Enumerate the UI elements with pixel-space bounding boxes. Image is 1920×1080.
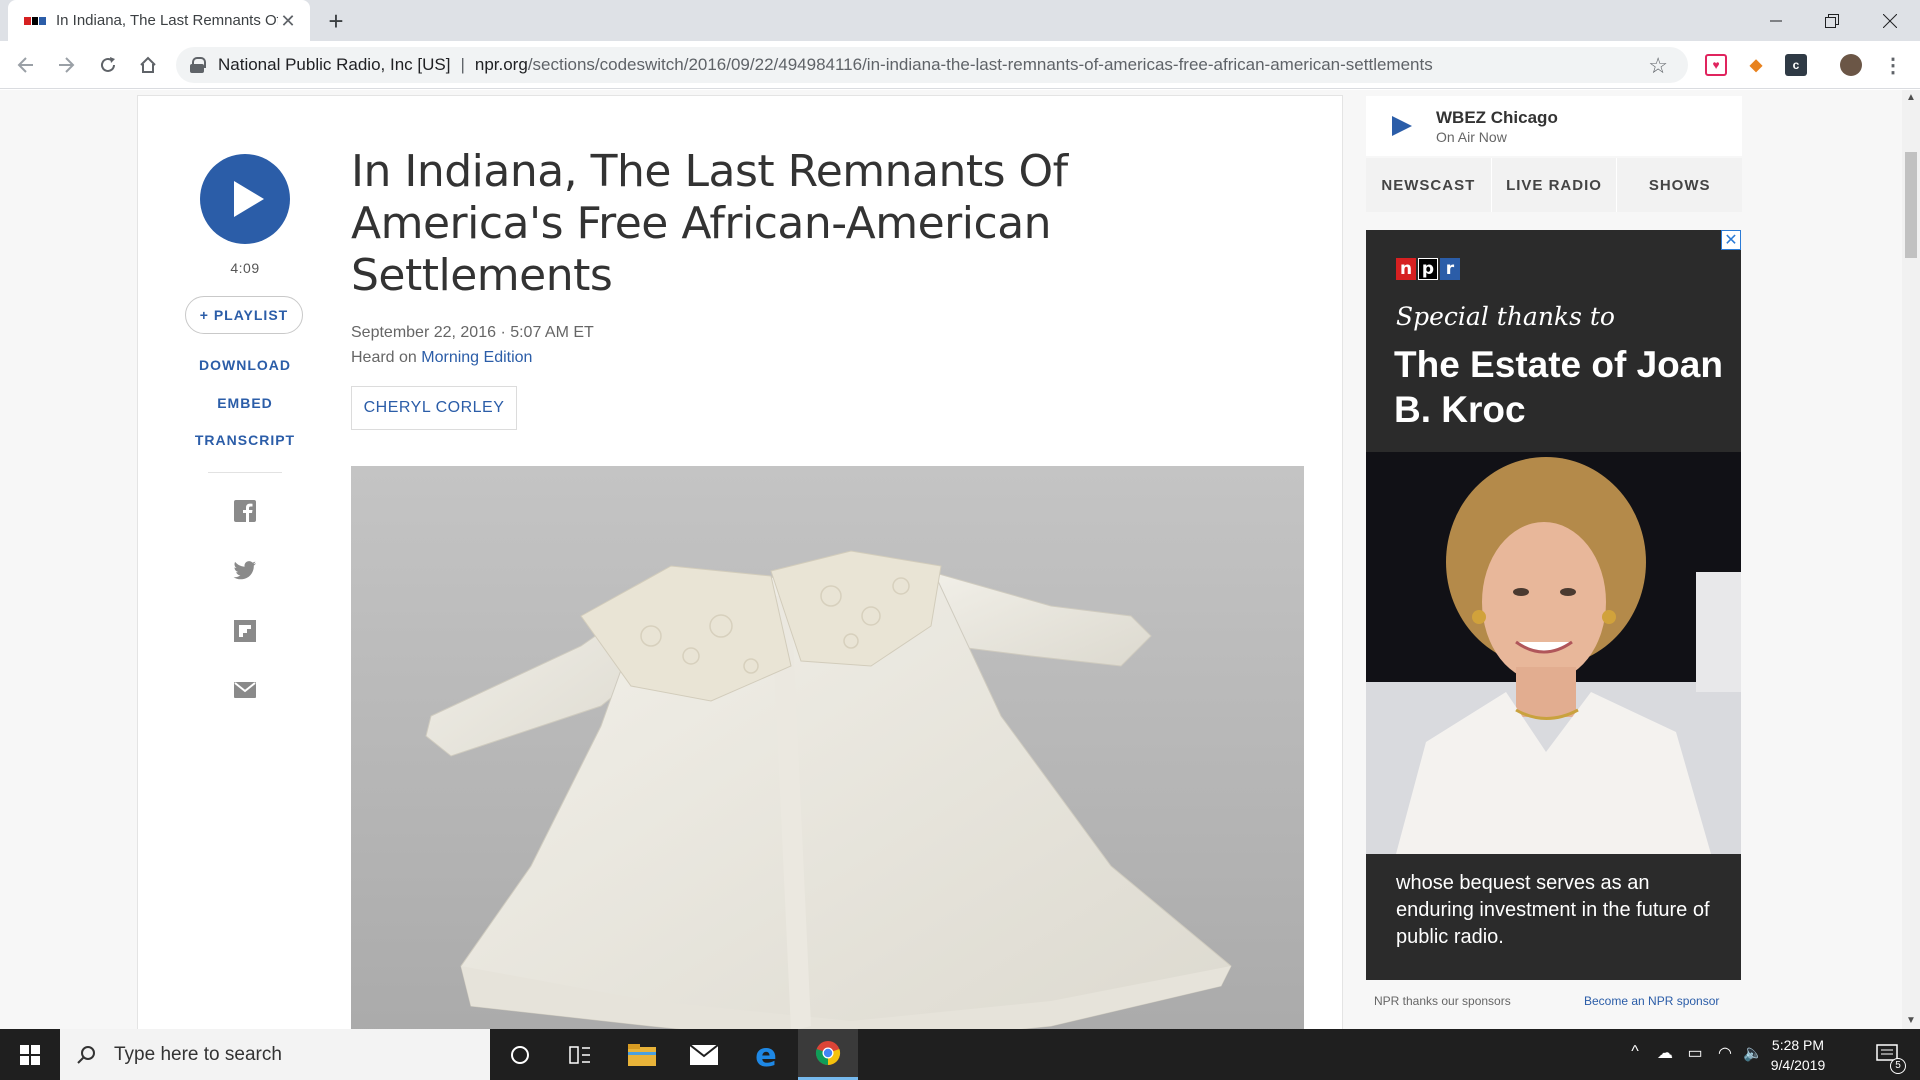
task-view-icon[interactable]	[550, 1029, 610, 1080]
heard-on: Heard on Morning Edition	[351, 349, 532, 367]
forward-icon[interactable]	[52, 51, 80, 79]
station-status: On Air Now	[1436, 129, 1507, 145]
npr-logo-n: n	[1396, 258, 1416, 280]
minimize-icon[interactable]	[1748, 0, 1804, 41]
profile-avatar[interactable]	[1840, 54, 1862, 76]
url-text[interactable]: npr.org/sections/codeswitch/2016/09/22/4…	[475, 55, 1433, 75]
tab-title: In Indiana, The Last Remnants Of America…	[56, 12, 278, 29]
search-placeholder: Type here to search	[114, 1043, 282, 1065]
mail-icon[interactable]	[674, 1029, 734, 1080]
battery-icon[interactable]: ▭	[1684, 1043, 1706, 1065]
back-icon[interactable]	[12, 51, 40, 79]
action-center-icon[interactable]: 5	[1864, 1029, 1912, 1080]
clock-date: 9/4/2019	[1770, 1057, 1826, 1073]
audio-duration: 4:09	[230, 260, 260, 276]
tab-shows[interactable]: SHOWS	[1617, 158, 1742, 212]
article-card: 4:09 + PLAYLIST DOWNLOAD EMBED TRANSCRIP…	[137, 95, 1343, 1029]
home-icon[interactable]	[134, 51, 162, 79]
file-explorer-icon[interactable]	[612, 1029, 672, 1080]
restore-icon[interactable]	[1804, 0, 1860, 41]
npr-logo: n p r	[1396, 258, 1460, 280]
lock-icon[interactable]	[190, 57, 206, 73]
article-hero-image[interactable]	[351, 466, 1304, 1029]
url-path: /sections/codeswitch/2016/09/22/49498411…	[527, 55, 1433, 74]
ad-portrait-photo	[1366, 452, 1741, 854]
play-audio-button[interactable]	[200, 154, 290, 244]
author-byline-button[interactable]: CHERYL CORLEY	[351, 386, 517, 430]
heard-on-prefix: Heard on	[351, 349, 422, 366]
scroll-thumb[interactable]	[1905, 152, 1917, 258]
station-play-icon[interactable]	[1392, 116, 1412, 136]
show-hidden-icons-icon[interactable]: ^	[1624, 1043, 1646, 1065]
play-icon	[234, 181, 264, 217]
flipboard-icon[interactable]	[233, 619, 257, 643]
pocket-extension-icon[interactable]: ♥	[1705, 54, 1727, 76]
tab-live-radio[interactable]: LIVE RADIO	[1492, 158, 1618, 212]
twitter-icon[interactable]	[233, 559, 257, 583]
scroll-down-icon[interactable]: ▼	[1902, 1013, 1920, 1029]
extension-icon[interactable]: c	[1785, 54, 1807, 76]
program-link[interactable]: Morning Edition	[421, 349, 532, 366]
wifi-icon[interactable]: ◠	[1714, 1043, 1736, 1065]
embed-link[interactable]: EMBED	[168, 395, 322, 411]
article-dateline: September 22, 2016 · 5:07 AM ET	[351, 324, 594, 341]
metamask-extension-icon[interactable]: ◆	[1745, 54, 1767, 76]
christening-gown-photo	[351, 466, 1304, 1029]
sponsor-ad[interactable]: ✕ n p r Special thanks to The Estate of …	[1366, 230, 1741, 980]
tab-newscast[interactable]: NEWSCAST	[1366, 158, 1492, 212]
onedrive-icon[interactable]: ☁	[1654, 1043, 1676, 1065]
portrait-image	[1366, 452, 1741, 854]
tab-close-icon[interactable]: ✕	[278, 11, 298, 31]
ad-headline: The Estate of Joan B. Kroc	[1394, 344, 1723, 430]
ad-body-text: whose bequest serves as an enduring inve…	[1396, 872, 1710, 948]
tab-strip: In Indiana, The Last Remnants Of America…	[0, 0, 1920, 41]
download-link[interactable]: DOWNLOAD	[168, 357, 322, 373]
add-to-playlist-button[interactable]: + PLAYLIST	[185, 296, 303, 334]
facebook-icon[interactable]	[233, 499, 257, 523]
article-headline: In Indiana, The Last Remnants Of America…	[351, 146, 1068, 301]
ad-kicker: Special thanks to	[1396, 302, 1615, 331]
npr-favicon-icon	[24, 16, 47, 25]
url-domain: npr.org	[474, 55, 528, 74]
browser-tab[interactable]: In Indiana, The Last Remnants Of America…	[8, 0, 310, 41]
become-sponsor-link[interactable]: Become an NPR sponsor	[1584, 994, 1719, 1008]
divider	[208, 472, 282, 473]
windows-taskbar: Type here to search e ^ ☁ ▭ ◠ 🔈 5:28 PM …	[0, 1029, 1920, 1080]
npr-logo-p: p	[1418, 258, 1438, 280]
edge-icon[interactable]: e	[736, 1029, 796, 1080]
reload-icon[interactable]	[94, 51, 122, 79]
npr-logo-r: r	[1440, 258, 1460, 280]
taskbar-search-box[interactable]: Type here to search	[60, 1029, 490, 1080]
address-bar[interactable]: National Public Radio, Inc [US] | npr.or…	[176, 47, 1688, 83]
search-icon	[76, 1045, 96, 1065]
clock-time: 5:28 PM	[1771, 1037, 1825, 1053]
windows-start-icon[interactable]	[0, 1029, 60, 1080]
certificate-org: National Public Radio, Inc [US]	[218, 55, 451, 74]
notification-count-badge: 5	[1890, 1058, 1906, 1074]
menu-dots-icon[interactable]: ⋮	[1882, 54, 1904, 77]
station-name: WBEZ Chicago	[1436, 108, 1558, 127]
web-page: 4:09 + PLAYLIST DOWNLOAD EMBED TRANSCRIP…	[0, 90, 1902, 1029]
radio-tabs: NEWSCAST LIVE RADIO SHOWS	[1366, 158, 1742, 212]
cortana-icon[interactable]	[490, 1029, 550, 1080]
close-window-icon[interactable]	[1862, 0, 1918, 41]
transcript-link[interactable]: TRANSCRIPT	[168, 432, 322, 448]
omnibox-separator: |	[460, 55, 465, 74]
scroll-up-icon[interactable]: ▲	[1902, 90, 1920, 106]
email-icon[interactable]	[233, 678, 257, 702]
page-scrollbar[interactable]: ▲ ▼	[1902, 90, 1920, 1029]
browser-toolbar: National Public Radio, Inc [US] | npr.or…	[0, 41, 1920, 89]
bookmark-star-icon[interactable]: ☆	[1648, 53, 1668, 79]
chrome-icon[interactable]	[798, 1029, 858, 1080]
sponsor-thanks-label: NPR thanks our sponsors	[1374, 994, 1511, 1008]
system-clock[interactable]: 5:28 PM 9/4/2019	[1760, 1035, 1836, 1075]
new-tab-button[interactable]: +	[322, 8, 350, 36]
station-player[interactable]: WBEZ Chicago On Air Now	[1366, 96, 1742, 156]
ad-close-icon[interactable]: ✕	[1721, 230, 1741, 250]
